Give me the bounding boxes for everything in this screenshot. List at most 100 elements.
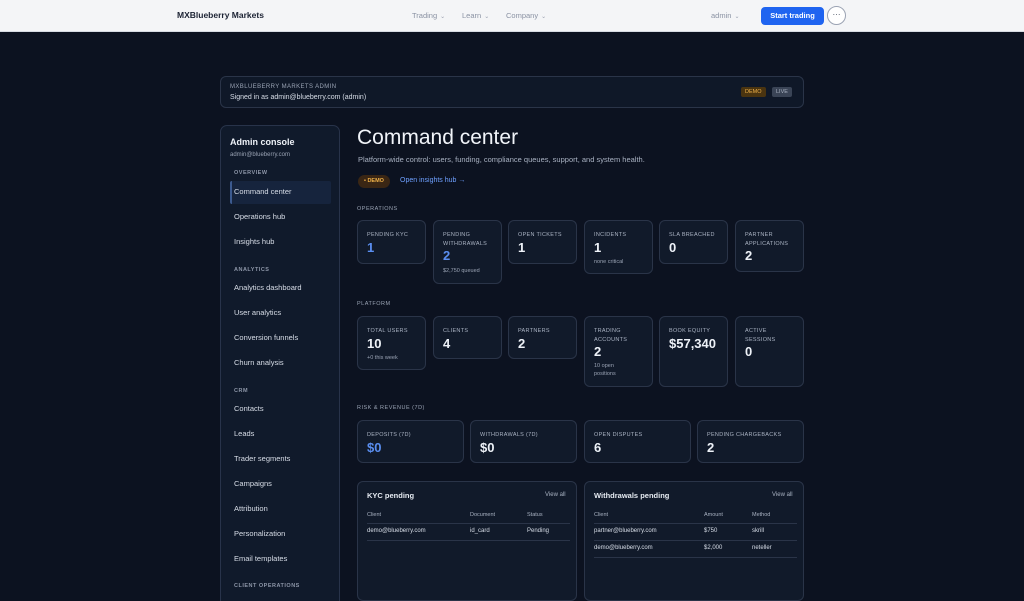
card-label: PENDING CHARGEBACKS bbox=[707, 432, 782, 438]
sidebar-item-email-templates[interactable]: Email templates bbox=[234, 554, 287, 563]
card-total-users[interactable]: TOTAL USERS 10 +0 this week bbox=[357, 316, 426, 370]
chevron-down-icon: ⌄ bbox=[734, 14, 740, 20]
sidebar-section-overview: OVERVIEW bbox=[234, 170, 268, 176]
card-value: 2 bbox=[443, 248, 451, 263]
nav-trading[interactable]: Trading ⌄ bbox=[412, 11, 445, 20]
sidebar-title: Admin console bbox=[230, 137, 295, 147]
card-value: 10 bbox=[367, 336, 382, 351]
card-value: 2 bbox=[745, 248, 753, 263]
withdrawals-panel-title: Withdrawals pending bbox=[594, 491, 670, 500]
card-value: $0 bbox=[480, 440, 495, 455]
card-value: 1 bbox=[594, 240, 602, 255]
nav-learn[interactable]: Learn ⌄ bbox=[462, 11, 489, 20]
start-trading-button[interactable]: Start trading bbox=[761, 7, 824, 25]
kyc-view-all-link[interactable]: View all bbox=[545, 492, 566, 498]
kyc-pending-panel: KYC pending View all Client Document Sta… bbox=[357, 481, 577, 601]
card-label: OPEN DISPUTES bbox=[594, 432, 643, 438]
card-open-tickets[interactable]: OPEN TICKETS 1 bbox=[508, 220, 577, 264]
sidebar-item-leads[interactable]: Leads bbox=[234, 429, 254, 438]
sidebar-item-churn-analysis[interactable]: Churn analysis bbox=[234, 358, 284, 367]
table-cell: Pending bbox=[527, 528, 550, 534]
table-divider bbox=[594, 557, 797, 558]
card-value: 0 bbox=[669, 240, 677, 255]
table-divider bbox=[367, 540, 570, 541]
top-nav: MXBlueberry Markets Trading ⌄ Learn ⌄ Comp… bbox=[0, 0, 1024, 32]
table-divider bbox=[594, 540, 797, 541]
card-incidents[interactable]: INCIDENTS 1 none critical bbox=[584, 220, 653, 274]
card-trading-accounts[interactable]: TRADING ACCOUNTS 2 10 open positions bbox=[584, 316, 653, 387]
card-note: none critical bbox=[594, 259, 624, 265]
card-label: TRADING ACCOUNTS bbox=[594, 328, 628, 343]
card-book-equity[interactable]: BOOK EQUITY $57,340 bbox=[659, 316, 728, 387]
table-cell: id_card bbox=[470, 528, 490, 534]
table-header: Amount bbox=[704, 512, 723, 518]
card-clients[interactable]: CLIENTS 4 bbox=[433, 316, 502, 359]
card-label: TOTAL USERS bbox=[367, 328, 408, 334]
sidebar-item-campaigns[interactable]: Campaigns bbox=[234, 479, 272, 488]
live-mode-badge[interactable]: LIVE bbox=[772, 87, 792, 97]
sidebar-item-operations-hub[interactable]: Operations hub bbox=[234, 212, 285, 221]
sidebar-item-analytics-dashboard[interactable]: Analytics dashboard bbox=[234, 283, 302, 292]
card-value: $57,340 bbox=[669, 336, 716, 351]
user-menu[interactable]: admin ⌄ bbox=[711, 11, 739, 20]
more-icon[interactable]: ··· bbox=[827, 6, 846, 25]
table-header: Document bbox=[470, 512, 496, 518]
sidebar-item-user-analytics[interactable]: User analytics bbox=[234, 308, 281, 317]
table-header: Method bbox=[752, 512, 771, 518]
card-sla-breached[interactable]: SLA BREACHED 0 bbox=[659, 220, 728, 264]
card-pending-kyc[interactable]: PENDING KYC 1 bbox=[357, 220, 426, 264]
page-title: Command center bbox=[357, 126, 519, 149]
card-partners[interactable]: PARTNERS 2 bbox=[508, 316, 577, 359]
sidebar-section-client-operations: CLIENT OPERATIONS bbox=[234, 583, 300, 589]
card-value: 2 bbox=[518, 336, 526, 351]
sidebar-item-insights-hub[interactable]: Insights hub bbox=[234, 237, 274, 246]
section-platform: PLATFORM bbox=[357, 301, 391, 307]
admin-sidebar: Admin console admin@blueberry.com OVERVI… bbox=[220, 125, 340, 601]
sidebar-item-personalization[interactable]: Personalization bbox=[234, 529, 285, 538]
card-label: BOOK EQUITY bbox=[669, 328, 711, 334]
card-label: ACTIVE SESSIONS bbox=[745, 328, 776, 343]
card-pending-withdrawals[interactable]: PENDING WITHDRAWALS 2 $2,750 queued bbox=[433, 220, 502, 284]
card-value: 6 bbox=[594, 440, 602, 455]
table-cell: skrill bbox=[752, 528, 764, 534]
admin-banner: MXBLUEBERRY MARKETS ADMIN Signed in as a… bbox=[220, 76, 804, 108]
card-label: PENDING KYC bbox=[367, 232, 409, 238]
chevron-down-icon: ⌄ bbox=[484, 14, 490, 20]
brand-logo[interactable]: MXBlueberry Markets bbox=[177, 10, 264, 20]
table-header: Client bbox=[367, 512, 382, 518]
nav-company[interactable]: Company ⌄ bbox=[506, 11, 546, 20]
card-pending-chargebacks[interactable]: PENDING CHARGEBACKS 2 bbox=[697, 420, 804, 463]
sidebar-section-analytics: ANALYTICS bbox=[234, 267, 270, 273]
demo-mode-badge[interactable]: DEMO bbox=[741, 87, 766, 97]
card-withdrawals-7d[interactable]: WITHDRAWALS (7D) $0 bbox=[470, 420, 577, 463]
banner-kicker: MXBLUEBERRY MARKETS ADMIN bbox=[230, 84, 337, 90]
card-value: 2 bbox=[707, 440, 715, 455]
sidebar-item-conversion-funnels[interactable]: Conversion funnels bbox=[234, 333, 298, 342]
section-risk-revenue: RISK & REVENUE (7D) bbox=[357, 405, 425, 411]
chevron-down-icon: ⌄ bbox=[541, 14, 547, 20]
sidebar-item-contacts[interactable]: Contacts bbox=[234, 404, 264, 413]
sidebar-item-trader-segments[interactable]: Trader segments bbox=[234, 454, 290, 463]
sidebar-section-crm: CRM bbox=[234, 388, 249, 394]
withdrawals-pending-panel: Withdrawals pending View all Client Amou… bbox=[584, 481, 804, 601]
card-open-disputes[interactable]: OPEN DISPUTES 6 bbox=[584, 420, 691, 463]
page-subtitle: Platform-wide control: users, funding, c… bbox=[358, 155, 645, 164]
section-operations: OPERATIONS bbox=[357, 206, 398, 212]
card-value: 2 bbox=[594, 344, 602, 359]
card-value: $0 bbox=[367, 440, 382, 455]
sidebar-item-command-center[interactable]: Command center bbox=[234, 187, 292, 196]
sidebar-email: admin@blueberry.com bbox=[230, 152, 291, 158]
card-label: INCIDENTS bbox=[594, 232, 627, 238]
table-cell: $2,000 bbox=[704, 545, 723, 551]
table-divider bbox=[367, 523, 570, 524]
chevron-down-icon: ⌄ bbox=[440, 14, 446, 20]
sidebar-item-attribution[interactable]: Attribution bbox=[234, 504, 268, 513]
open-insights-hub-link[interactable]: Open insights hub → bbox=[400, 177, 465, 184]
card-deposits-7d[interactable]: DEPOSITS (7D) $0 bbox=[357, 420, 464, 463]
card-active-sessions[interactable]: ACTIVE SESSIONS 0 bbox=[735, 316, 804, 387]
table-header: Status bbox=[527, 512, 543, 518]
card-label: PARTNERS bbox=[518, 328, 550, 334]
card-partner-applications[interactable]: PARTNER APPLICATIONS 2 bbox=[735, 220, 804, 272]
withdrawals-view-all-link[interactable]: View all bbox=[772, 492, 793, 498]
card-label: PENDING WITHDRAWALS bbox=[443, 232, 488, 247]
